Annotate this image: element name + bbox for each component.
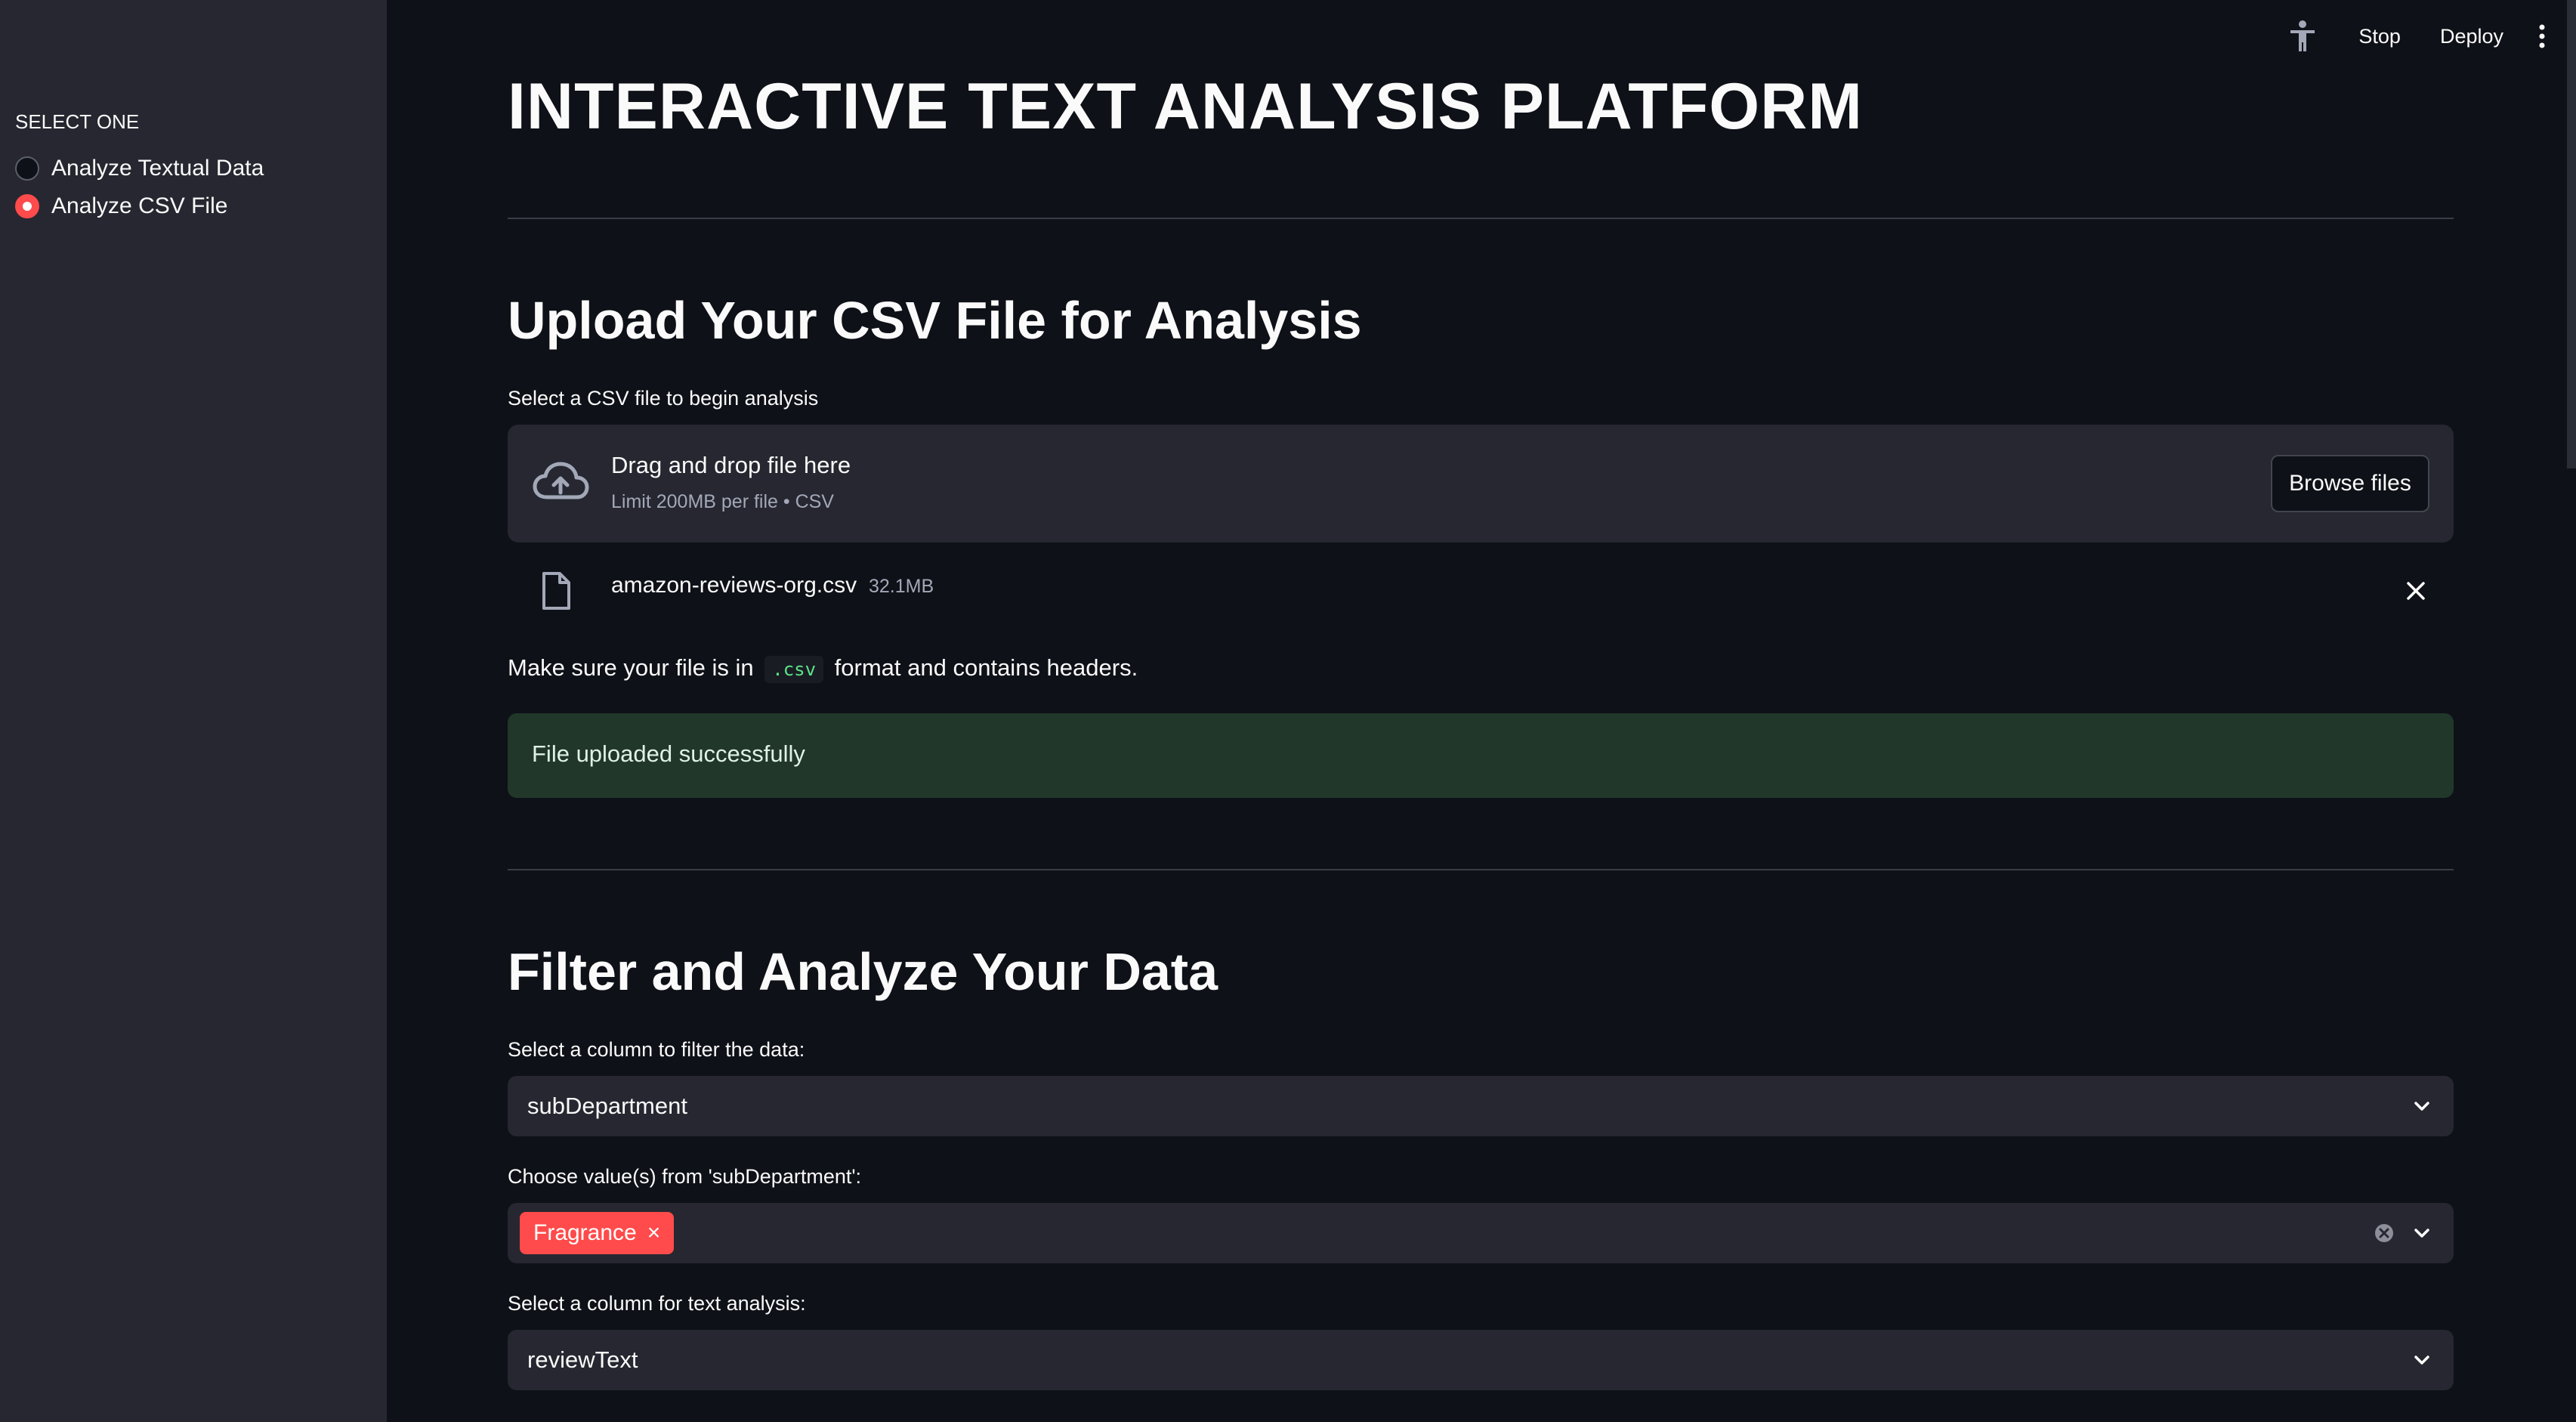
file-icon bbox=[541, 571, 571, 611]
close-icon[interactable] bbox=[2399, 574, 2432, 607]
accessibility-icon[interactable] bbox=[2281, 15, 2324, 57]
radio-analyze-csv-file[interactable]: Analyze CSV File bbox=[15, 193, 227, 219]
dropzone-limit-text: Limit 200MB per file • CSV bbox=[611, 491, 834, 512]
radio-checked-icon[interactable] bbox=[15, 194, 39, 218]
hint-text-before: Make sure your file is in bbox=[508, 654, 754, 681]
chevron-down-icon[interactable] bbox=[2410, 1221, 2434, 1245]
radio-unchecked-icon[interactable] bbox=[15, 156, 39, 181]
uploaded-file-row: amazon-reviews-org.csv 32.1MB bbox=[508, 559, 2454, 623]
deploy-button[interactable]: Deploy bbox=[2420, 19, 2523, 54]
page-title: INTERACTIVE TEXT ANALYSIS PLATFORM bbox=[508, 70, 1863, 143]
hint-code: .csv bbox=[764, 656, 824, 683]
text-column-select[interactable]: reviewText bbox=[508, 1330, 2454, 1390]
values-label: Choose value(s) from 'subDepartment': bbox=[508, 1165, 862, 1188]
stop-button[interactable]: Stop bbox=[2339, 19, 2420, 54]
hint-text-after: format and contains headers. bbox=[834, 654, 1138, 681]
upload-section-heading: Upload Your CSV File for Analysis bbox=[508, 291, 1362, 350]
filter-column-value: subDepartment bbox=[527, 1093, 687, 1119]
scrollbar[interactable] bbox=[2567, 0, 2576, 468]
radio-option-label: Analyze Textual Data bbox=[51, 156, 264, 181]
dropzone-instructions: Drag and drop file here bbox=[611, 452, 851, 478]
format-hint: Make sure your file is in .csv format an… bbox=[508, 654, 1138, 683]
clear-all-icon[interactable] bbox=[2372, 1221, 2396, 1245]
chevron-down-icon[interactable] bbox=[2410, 1348, 2434, 1372]
success-message: File uploaded successfully bbox=[532, 740, 805, 767]
radio-option-label: Analyze CSV File bbox=[51, 193, 228, 218]
more-options-icon[interactable] bbox=[2523, 15, 2561, 57]
file-size: 32.1MB bbox=[869, 576, 934, 597]
success-alert: File uploaded successfully bbox=[508, 713, 2454, 798]
sidebar-radio-label: SELECT ONE bbox=[15, 110, 140, 133]
values-multiselect[interactable]: Fragrance × bbox=[508, 1203, 2454, 1263]
file-dropzone[interactable]: Drag and drop file here Limit 200MB per … bbox=[508, 425, 2454, 543]
browse-files-button[interactable]: Browse files bbox=[2271, 455, 2429, 512]
text-column-value: reviewText bbox=[527, 1346, 638, 1373]
selected-value-tag: Fragrance × bbox=[520, 1212, 675, 1254]
file-name: amazon-reviews-org.csv bbox=[611, 573, 857, 598]
radio-analyze-textual-data[interactable]: Analyze Textual Data bbox=[15, 156, 264, 181]
uploader-label: Select a CSV file to begin analysis bbox=[508, 387, 819, 410]
filter-section-heading: Filter and Analyze Your Data bbox=[508, 942, 1219, 1001]
filter-column-select[interactable]: subDepartment bbox=[508, 1076, 2454, 1136]
cloud-upload-icon bbox=[530, 453, 591, 514]
divider bbox=[508, 218, 2454, 219]
sidebar: SELECT ONE Analyze Textual Data Analyze … bbox=[0, 0, 387, 1422]
remove-tag-icon[interactable]: × bbox=[647, 1222, 661, 1244]
app-toolbar: Stop Deploy bbox=[2281, 15, 2576, 57]
filter-column-label: Select a column to filter the data: bbox=[508, 1038, 805, 1061]
text-column-label: Select a column for text analysis: bbox=[508, 1292, 806, 1315]
chevron-down-icon[interactable] bbox=[2410, 1094, 2434, 1118]
divider bbox=[508, 869, 2454, 870]
tag-label: Fragrance bbox=[533, 1220, 637, 1245]
